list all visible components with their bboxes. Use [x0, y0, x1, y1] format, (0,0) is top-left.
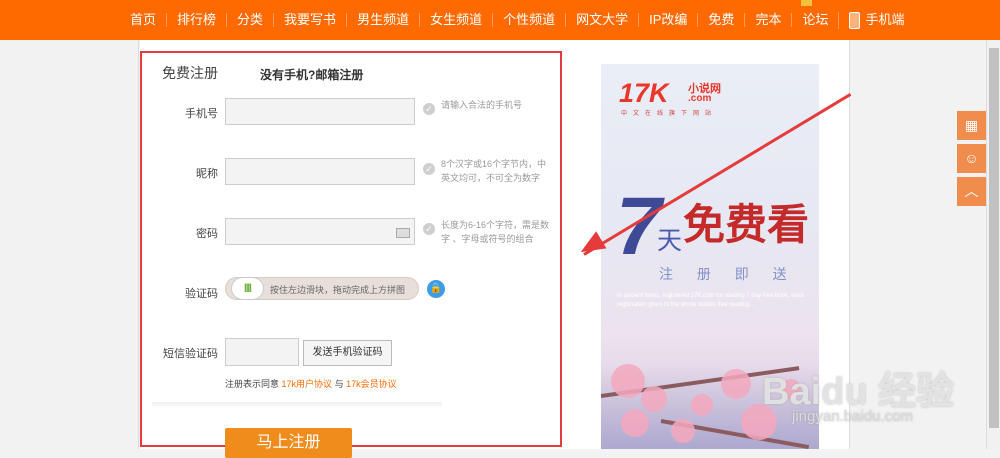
blossom	[721, 369, 751, 399]
nickname-hint: 8个汉字或16个字节内，中英文均可，不可全为数字	[441, 159, 547, 183]
register-submit-button[interactable]: 马上注册	[225, 428, 352, 458]
phone-label: 手机号	[185, 108, 218, 120]
check-hint-icon: ✓	[423, 103, 435, 115]
nickname-input[interactable]	[225, 158, 415, 185]
watermark-brand: Baidu 经验	[762, 371, 955, 413]
lock-icon: 🔒	[427, 280, 445, 298]
nickname-label: 昵称	[196, 168, 218, 180]
banner-logo-com: .com	[688, 93, 712, 104]
banner-subtitle: 注 册 即 送	[659, 266, 797, 282]
slider-instruction: 按住左边滑块，拖动完成上方拼图	[270, 285, 406, 295]
blossom	[621, 409, 649, 437]
agreement-conjunction: 与	[334, 379, 344, 389]
back-to-top-icon[interactable]: ︿	[957, 177, 986, 206]
nav-item-free[interactable]: 免费	[697, 13, 744, 27]
nav-item-male[interactable]: 男生频道	[346, 13, 419, 27]
password-input[interactable]	[225, 218, 415, 245]
tab-free-register[interactable]: 免费注册	[162, 63, 218, 83]
phone-input[interactable]	[225, 98, 415, 125]
nav-item-finished[interactable]: 完本	[744, 13, 791, 27]
nav-item-female[interactable]: 女生频道	[419, 13, 492, 27]
service-icon[interactable]: ☺	[957, 144, 986, 173]
nav-item-ranking[interactable]: 排行榜	[166, 13, 226, 27]
send-sms-button[interactable]: 发送手机验证码	[303, 340, 392, 366]
password-hint: 长度为6-16个字符，需是数字 、字母或符号的组合	[441, 220, 550, 244]
banner-day: 天	[657, 227, 683, 255]
qrcode-icon[interactable]: ▦	[957, 111, 986, 140]
nav-mobile-label: 手机端	[865, 12, 905, 27]
check-hint-icon: ✓	[423, 163, 435, 175]
captcha-slider[interactable]: III 按住左边滑块，拖动完成上方拼图	[225, 277, 419, 300]
nav-item-ip[interactable]: IP改编	[638, 13, 697, 27]
user-agreement-link[interactable]: 17k用户协议	[282, 379, 333, 389]
divider	[138, 40, 139, 449]
banner-headline: 免费看	[683, 200, 810, 249]
agreement-text: 注册表示同意 17k用户协议 与 17k会员协议	[225, 377, 397, 390]
phone-hint: 请输入合法的手机号	[441, 100, 523, 110]
nav-item-category[interactable]: 分类	[226, 13, 273, 27]
captcha-label: 验证码	[185, 288, 218, 300]
blossom	[691, 394, 713, 416]
agreement-prefix: 注册表示同意	[225, 379, 280, 389]
new-badge	[801, 0, 812, 6]
blossom	[671, 419, 695, 443]
banner-seven: 7	[616, 181, 662, 272]
nav-item-personality[interactable]: 个性频道	[492, 13, 565, 27]
blossom	[641, 386, 667, 412]
watermark-url: jingyan.baidu.com	[792, 408, 913, 425]
banner-logo: 17K	[619, 78, 669, 108]
nav-item-university[interactable]: 网文大学	[565, 13, 638, 27]
top-navigation-bar: 首页 排行榜 分类 我要写书 男生频道 女生频道 个性频道 网文大学 IP改编 …	[0, 0, 1000, 40]
blossom	[611, 364, 645, 398]
scrollbar[interactable]	[986, 40, 1000, 449]
sms-code-input[interactable]	[225, 338, 299, 366]
nav-item-forum[interactable]: 论坛	[791, 13, 838, 27]
sms-code-label: 短信验证码	[163, 348, 218, 360]
slider-handle[interactable]: III	[231, 277, 264, 300]
banner-english-text: In ancient times, registered 17K.com for…	[617, 293, 805, 308]
keyboard-icon[interactable]	[396, 228, 410, 238]
member-agreement-link[interactable]: 17k会员协议	[346, 379, 397, 389]
nav-item-home[interactable]: 首页	[120, 13, 166, 27]
nav-menu: 首页 排行榜 分类 我要写书 男生频道 女生频道 个性频道 网文大学 IP改编 …	[120, 0, 914, 40]
divider	[152, 402, 442, 408]
nav-item-mobile[interactable]: 手机端	[838, 11, 914, 29]
scroll-thumb[interactable]	[989, 48, 999, 428]
phone-icon	[849, 11, 861, 29]
password-label: 密码	[196, 228, 218, 240]
tab-email-register[interactable]: 没有手机?邮箱注册	[260, 66, 363, 83]
banner-slogan: 中文在线旗下网站	[621, 111, 718, 117]
nav-item-write[interactable]: 我要写书	[273, 13, 346, 27]
check-hint-icon: ✓	[423, 223, 435, 235]
